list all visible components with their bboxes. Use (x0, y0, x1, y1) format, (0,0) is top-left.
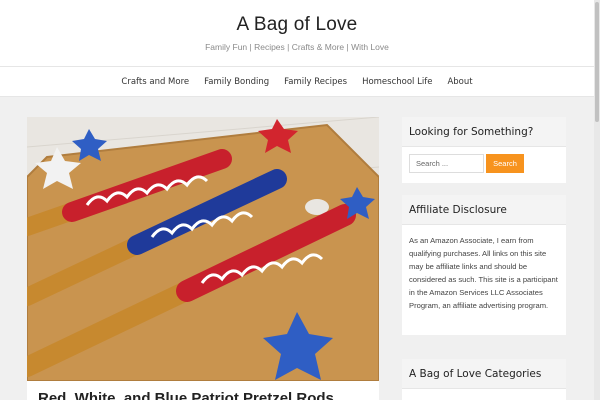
site-title[interactable]: A Bag of Love (0, 14, 594, 36)
search-input[interactable] (409, 154, 484, 173)
affiliate-disclosure-widget: Affiliate Disclosure As an Amazon Associ… (402, 195, 566, 335)
nav-item-homeschool-life[interactable]: Homeschool Life (362, 77, 432, 87)
categories-widget: A Bag of Love Categories (402, 359, 566, 400)
scrollbar-thumb[interactable] (595, 2, 599, 122)
main-nav: Crafts and More Family Bonding Family Re… (0, 66, 594, 97)
affiliate-disclosure-title: Affiliate Disclosure (402, 195, 566, 225)
search-button[interactable]: Search (486, 154, 524, 173)
nav-item-family-bonding[interactable]: Family Bonding (204, 77, 269, 87)
search-form: Search (402, 147, 566, 184)
search-widget-title: Looking for Something? (402, 117, 566, 147)
site-tagline: Family Fun | Recipes | Crafts & More | W… (205, 42, 389, 52)
post-featured-image[interactable] (27, 117, 379, 381)
post-title[interactable]: Red, White, and Blue Patriot Pretzel Rod… (38, 390, 334, 400)
site-header: A Bag of Love Family Fun | Recipes | Cra… (0, 0, 594, 66)
nav-item-family-recipes[interactable]: Family Recipes (284, 77, 347, 87)
post-card: Red, White, and Blue Patriot Pretzel Rod… (27, 117, 379, 400)
search-widget: Looking for Something? Search (402, 117, 566, 183)
page-scrollbar[interactable] (594, 0, 600, 400)
nav-item-crafts-and-more[interactable]: Crafts and More (121, 77, 189, 87)
categories-widget-title: A Bag of Love Categories (402, 359, 566, 389)
nav-item-about[interactable]: About (447, 77, 472, 87)
affiliate-disclosure-text: As an Amazon Associate, I earn from qual… (409, 236, 558, 310)
